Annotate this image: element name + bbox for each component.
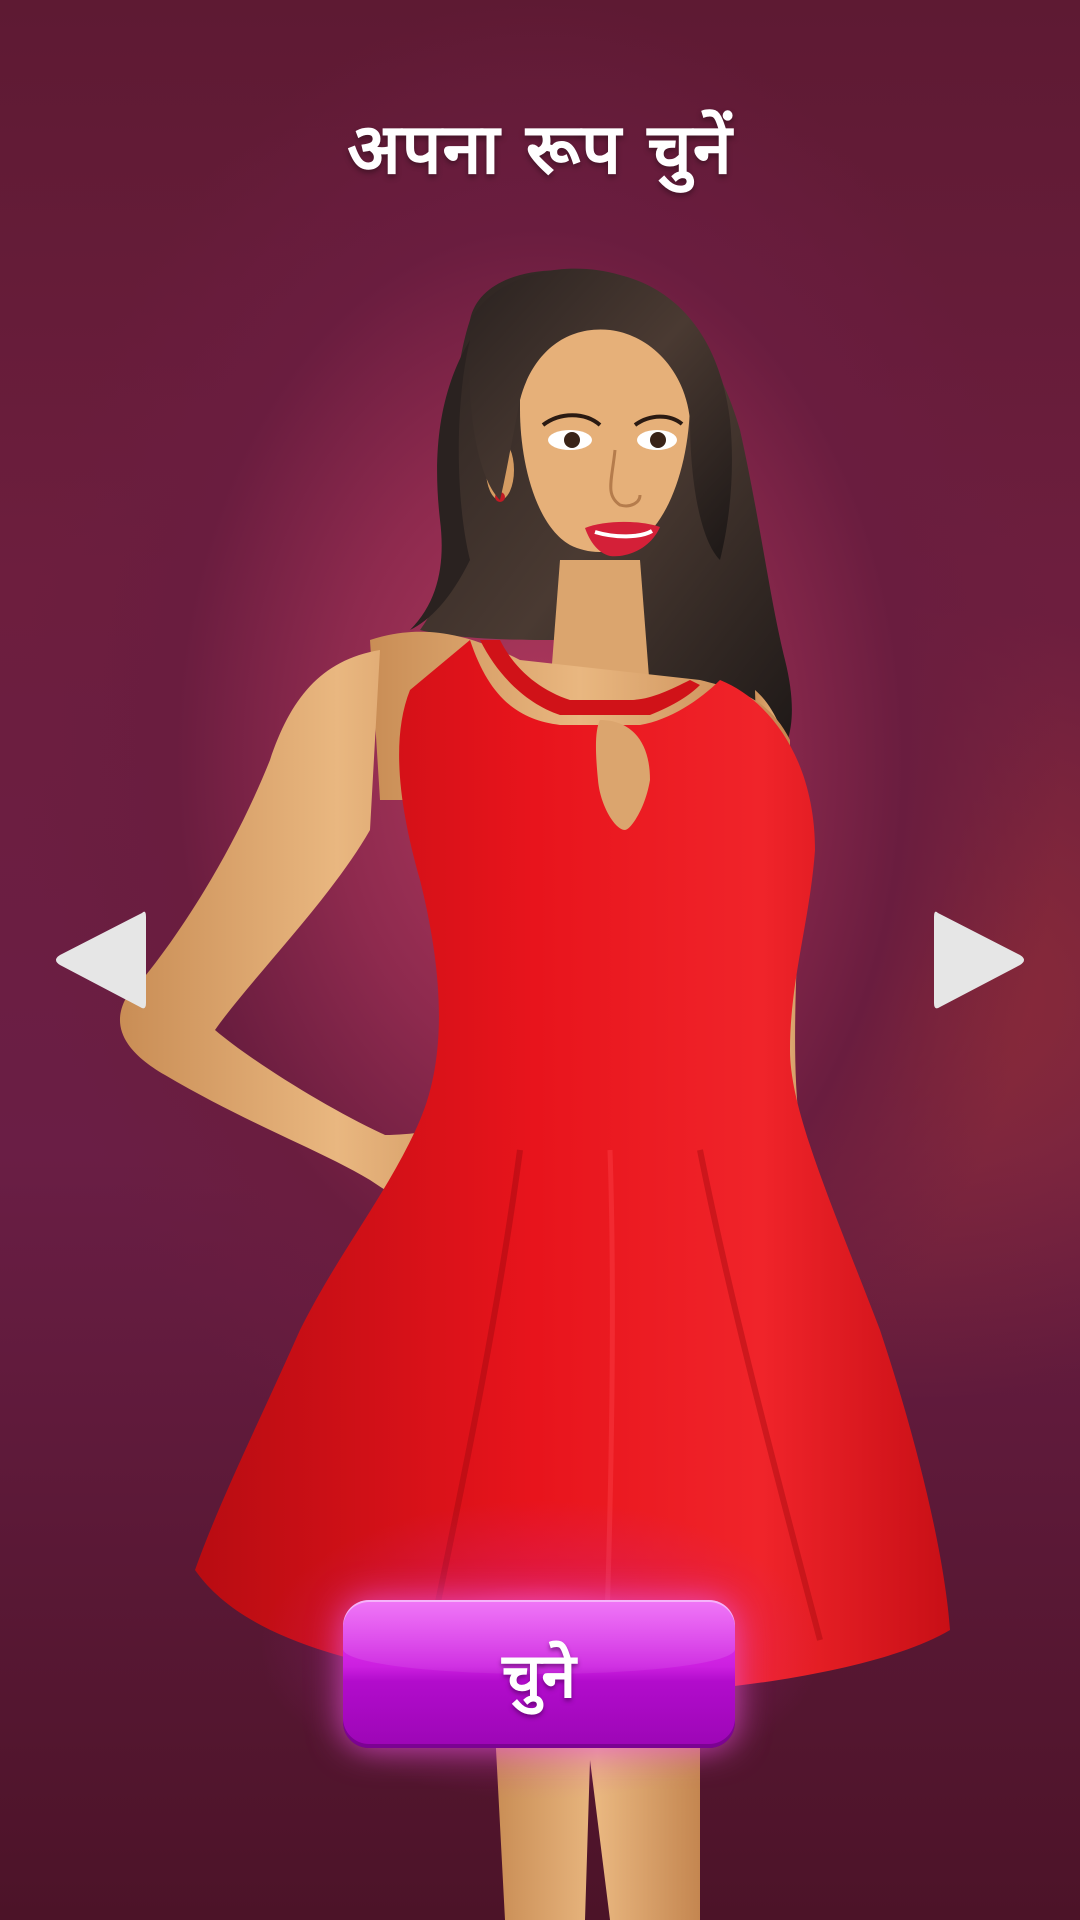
triangle-right-icon[interactable] [930, 905, 1030, 1015]
select-button-label: चुने [502, 1639, 576, 1712]
select-button[interactable]: चुने [343, 1600, 735, 1748]
triangle-left-icon[interactable] [50, 905, 150, 1015]
